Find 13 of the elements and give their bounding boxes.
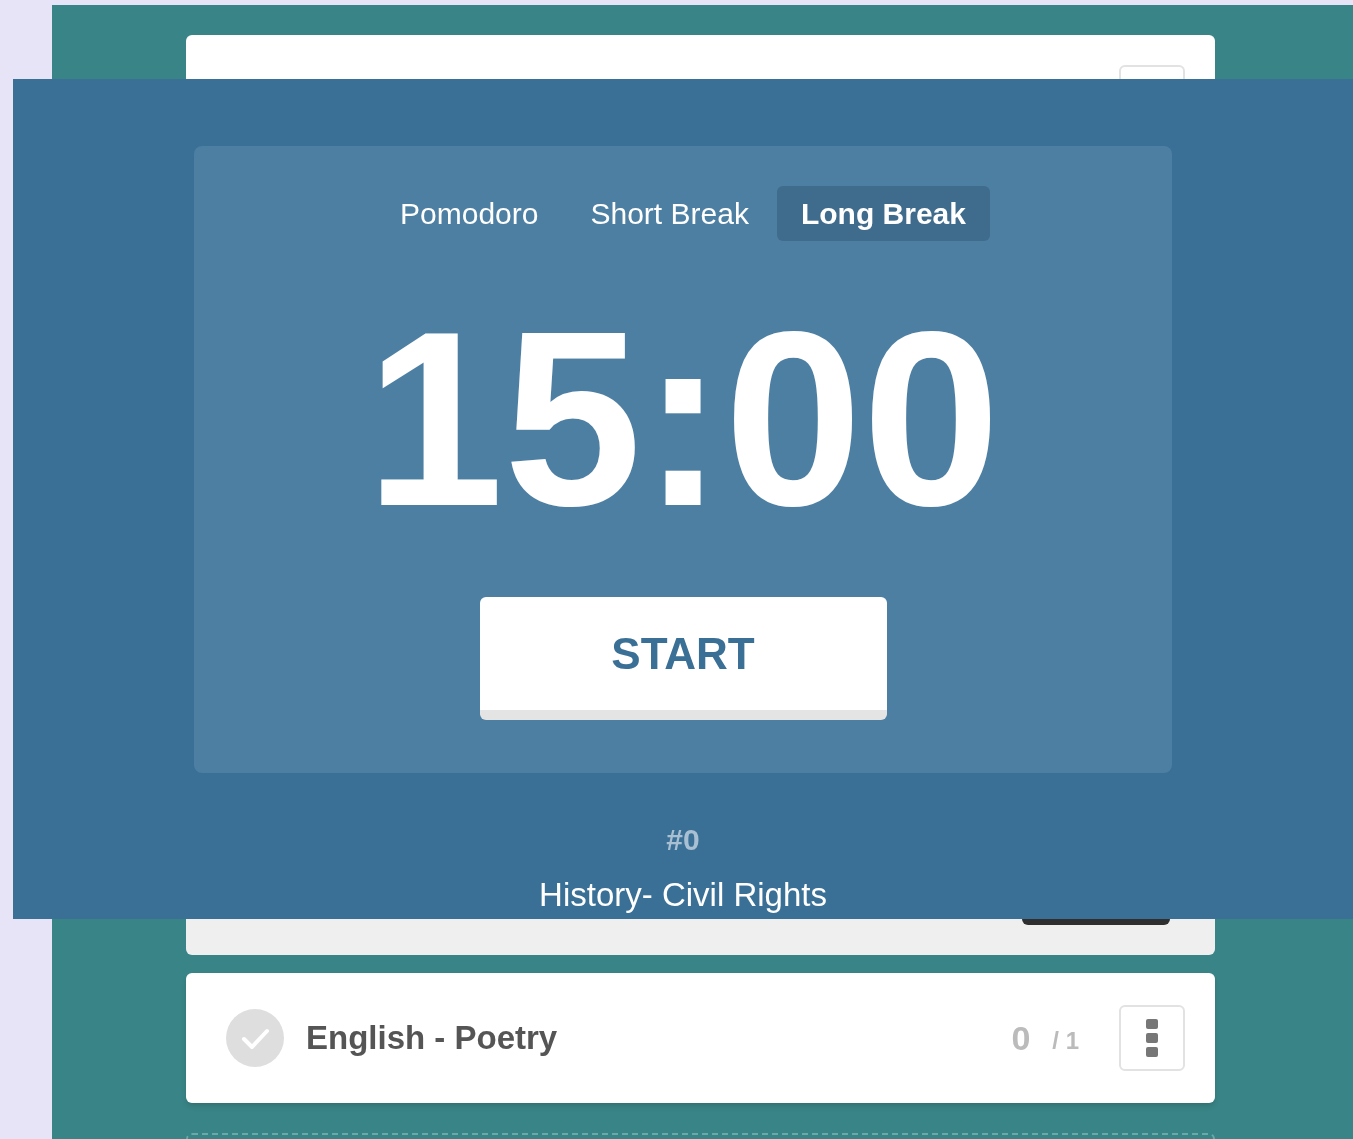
mode-tab[interactable]: Pomodoro <box>376 186 563 241</box>
current-task: History- Civil Rights <box>539 874 827 915</box>
start-button[interactable]: START <box>479 597 887 720</box>
more-button[interactable] <box>1119 1005 1185 1071</box>
pomodoro-count: 0 <box>1011 1017 1031 1059</box>
mode-tab[interactable]: Short Break <box>566 186 773 241</box>
more-icon <box>1145 1018 1159 1058</box>
task-title: English - Poetry <box>306 1018 559 1059</box>
session-count: #0 <box>666 821 700 858</box>
timer-display: 15:00 <box>365 295 1001 543</box>
mode-tab[interactable]: Long Break <box>776 186 990 241</box>
check-icon[interactable] <box>226 1009 284 1067</box>
pomodoro-total: / 1 <box>1052 1026 1079 1056</box>
